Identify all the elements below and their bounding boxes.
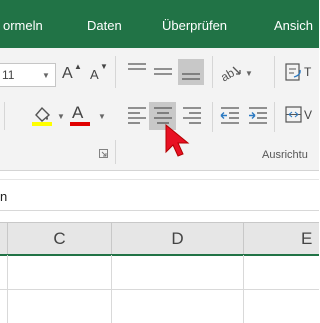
separator [274, 102, 275, 132]
align-middle-icon[interactable] [152, 61, 174, 81]
column-header-e[interactable]: E [244, 223, 319, 254]
tab-daten[interactable]: Daten [87, 18, 122, 33]
cell-d1[interactable] [112, 255, 243, 289]
increase-font-size-letter: A [62, 65, 73, 82]
font-size-dropdown-icon: ▼ [42, 71, 50, 80]
cell-e2[interactable] [244, 290, 319, 323]
cell-c2[interactable] [8, 290, 111, 323]
tab-ansicht[interactable]: Ansich [274, 18, 313, 33]
separator [274, 56, 275, 88]
align-left-icon[interactable] [126, 105, 148, 125]
increase-font-size-icon: ▲ [74, 62, 82, 71]
ribbon-tab-bar: ormeln Daten Überprüfen Ansich [0, 0, 319, 48]
decrease-font-size-icon: ▼ [100, 62, 108, 71]
orientation-icon: ab [219, 65, 241, 83]
cell-d2[interactable] [112, 290, 243, 323]
separator [115, 56, 116, 88]
column-header-row: C D E [0, 222, 319, 256]
font-size-box[interactable]: 11 ▼ [0, 63, 56, 87]
separator [212, 56, 213, 88]
orientation-button[interactable]: ab ▼ [219, 61, 255, 83]
chevron-down-icon: ▼ [98, 112, 106, 121]
chevron-down-icon: ▼ [57, 112, 65, 121]
name-box-fragment: n [0, 189, 8, 204]
merge-center-icon [285, 106, 302, 123]
decrease-indent-icon[interactable] [219, 105, 241, 125]
chevron-down-icon: ▼ [245, 69, 253, 78]
merge-center-label: V [304, 108, 313, 122]
decrease-font-size-letter: A [90, 67, 99, 82]
align-bottom-icon [182, 73, 200, 80]
tab-formeln[interactable]: ormeln [3, 18, 43, 33]
tab-ueberpruefen[interactable]: Überprüfen [162, 18, 227, 33]
cell-e1[interactable] [244, 255, 319, 289]
formula-bar-area: n [0, 171, 319, 221]
fill-color-icon [32, 106, 52, 126]
fill-color-button[interactable]: ▼ [30, 103, 68, 129]
separator [115, 140, 116, 164]
alignment-group-label: Ausrichtu [262, 149, 308, 161]
column-header-partial[interactable] [0, 223, 8, 254]
align-top-icon[interactable] [126, 61, 148, 81]
wrap-text-label: T [304, 65, 312, 79]
font-color-button[interactable]: A ▼ [70, 103, 110, 129]
ribbon-home-panel: 11 ▼ A ▲ A ▼ ▼ A ▼ ab ▼ T V Ausrichtu [0, 48, 319, 171]
increase-indent-icon[interactable] [247, 105, 269, 125]
font-color-icon [70, 122, 90, 126]
align-bottom-button[interactable] [178, 59, 204, 85]
font-size-value: 11 [2, 68, 15, 82]
cell-c1[interactable] [8, 255, 111, 289]
column-header-c[interactable]: C [8, 223, 112, 254]
separator [4, 102, 5, 130]
wrap-text-button[interactable]: T [284, 61, 319, 83]
mouse-cursor-icon [165, 123, 190, 157]
font-color-letter: A [72, 103, 84, 122]
separator [212, 102, 213, 132]
formula-bar[interactable] [0, 179, 319, 211]
dialog-launcher-icon[interactable] [99, 149, 109, 159]
merge-center-button[interactable]: V [284, 104, 319, 126]
wrap-text-icon [285, 63, 301, 81]
column-header-d[interactable]: D [112, 223, 244, 254]
